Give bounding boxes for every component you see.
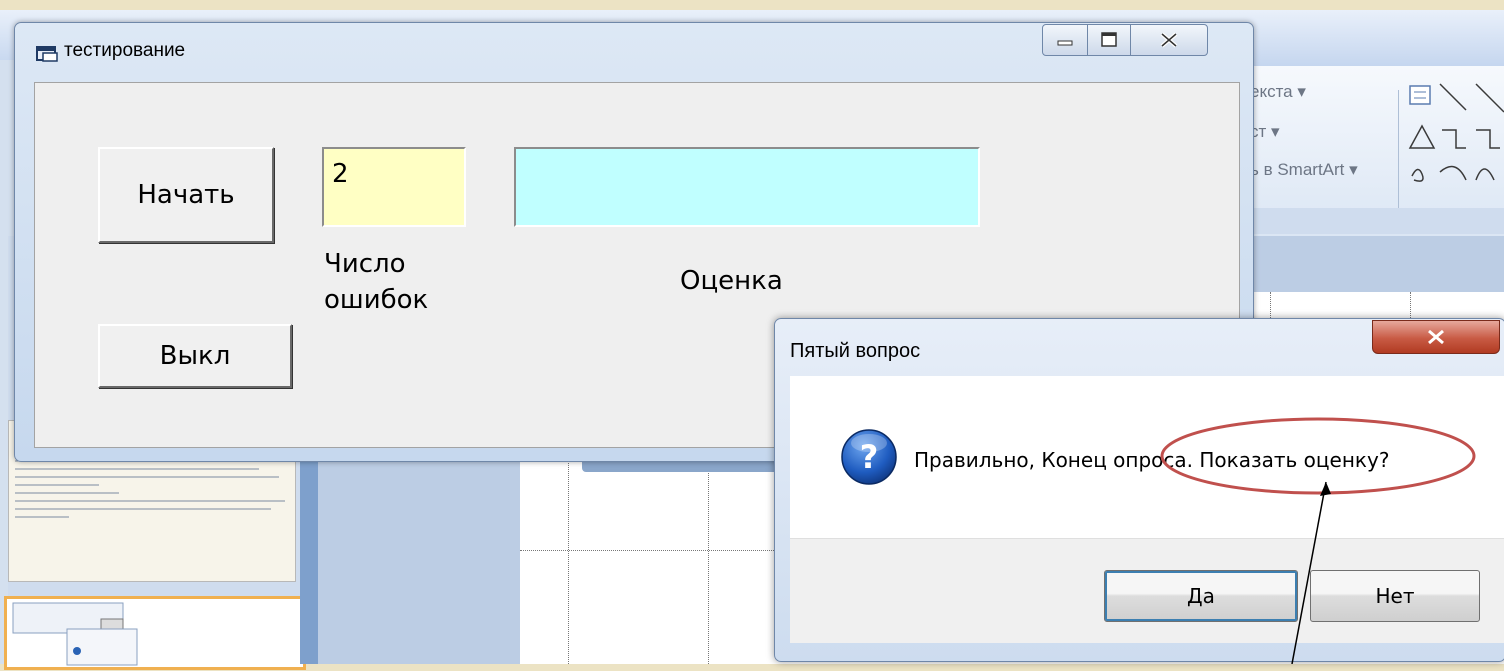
shapes-gallery-icon[interactable] (1400, 76, 1504, 216)
errors-count-field[interactable]: 2 (322, 147, 466, 227)
app-window-icon (36, 46, 58, 62)
message-box-text: Правильно, Конец опроса. Показать оценку… (914, 448, 1390, 472)
close-icon (1428, 329, 1444, 345)
close-icon (1160, 32, 1178, 48)
ribbon-item-smartart[interactable]: ь в SmartArt ▾ (1250, 160, 1358, 180)
slide-thumbnail-selected[interactable] (4, 596, 306, 670)
grade-label: Оценка (680, 266, 783, 296)
grade-field[interactable] (514, 147, 980, 227)
window-title: тестирование (64, 40, 186, 61)
message-box-title: Пятый вопрос (790, 340, 921, 362)
thumbnail-preview-decoration (12, 602, 138, 666)
minimize-button[interactable] (1042, 24, 1088, 56)
no-button[interactable]: Нет (1310, 570, 1480, 622)
minimize-icon (1057, 40, 1073, 46)
question-icon: ? (841, 429, 897, 485)
maximize-icon (1101, 32, 1117, 47)
errors-count-label: Число ошибок (324, 249, 429, 315)
ribbon-item-align-text[interactable]: ст ▾ (1250, 122, 1280, 142)
svg-text:?: ? (860, 438, 879, 476)
off-button[interactable]: Выкл (98, 324, 292, 388)
close-button[interactable] (1130, 24, 1208, 56)
start-button[interactable]: Начать (98, 147, 274, 243)
guide-line (520, 550, 780, 551)
yes-button[interactable]: Да (1104, 570, 1298, 622)
maximize-button[interactable] (1087, 24, 1131, 56)
message-box-close-button[interactable] (1372, 320, 1500, 354)
ribbon-item-text-direction[interactable]: екста ▾ (1250, 82, 1306, 102)
